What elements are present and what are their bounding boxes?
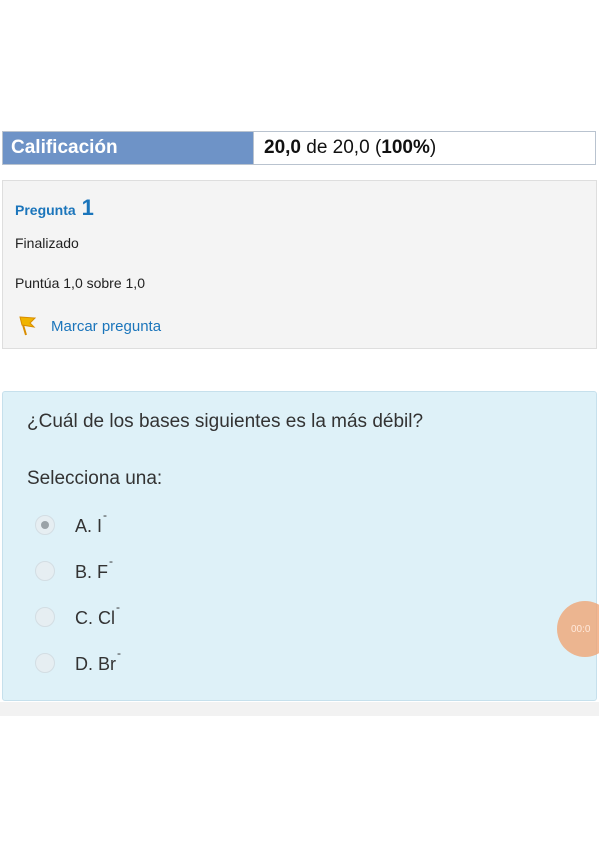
flag-question-label: Marcar pregunta — [51, 317, 162, 335]
question-text: ¿Cuál de los bases siguientes es la más … — [27, 411, 424, 432]
question-prompt: Selecciona una: — [27, 468, 163, 489]
question-info-panel: Pregunta 1 Finalizado Puntúa 1,0 sobre 1… — [2, 180, 597, 349]
answer-option-d[interactable]: D. Br- — [35, 640, 121, 686]
grade-summary-row: Calificación 20,0 de 20,0 (100%) — [2, 131, 596, 165]
grade-percent: 100% — [381, 137, 430, 158]
answer-option-a[interactable]: A. I- — [35, 502, 121, 548]
answer-radio-c[interactable] — [35, 607, 55, 627]
grade-score: 20,0 — [264, 137, 301, 158]
question-title: Pregunta 1 — [15, 195, 94, 221]
grade-of-text: de 20,0 — [306, 137, 370, 158]
flag-icon — [19, 316, 37, 336]
question-panel: ¿Cuál de los bases siguientes es la más … — [2, 391, 597, 701]
radio-selected-dot — [41, 521, 49, 529]
question-title-label: Pregunta — [15, 202, 76, 218]
answer-options: A. I- B. F- C. Cl- D. Br- — [35, 502, 121, 686]
grade-label: Calificación — [3, 132, 253, 164]
question-grade: Puntúa 1,0 sobre 1,0 — [15, 275, 145, 291]
bottom-band — [0, 702, 599, 716]
answer-option-b[interactable]: B. F- — [35, 548, 121, 594]
answer-label-c: C. Cl- — [75, 599, 121, 628]
answer-radio-b[interactable] — [35, 561, 55, 581]
answer-radio-d[interactable] — [35, 653, 55, 673]
question-state: Finalizado — [15, 235, 79, 251]
answer-label-b: B. F- — [75, 553, 114, 582]
answer-option-c[interactable]: C. Cl- — [35, 594, 121, 640]
grade-value: 20,0 de 20,0 (100%) — [253, 132, 595, 164]
question-number: 1 — [81, 195, 94, 220]
answer-label-d: D. Br- — [75, 645, 122, 674]
flag-question-link[interactable]: Marcar pregunta — [17, 315, 161, 337]
answer-radio-a[interactable] — [35, 515, 55, 535]
answer-label-a: A. I- — [75, 507, 108, 536]
